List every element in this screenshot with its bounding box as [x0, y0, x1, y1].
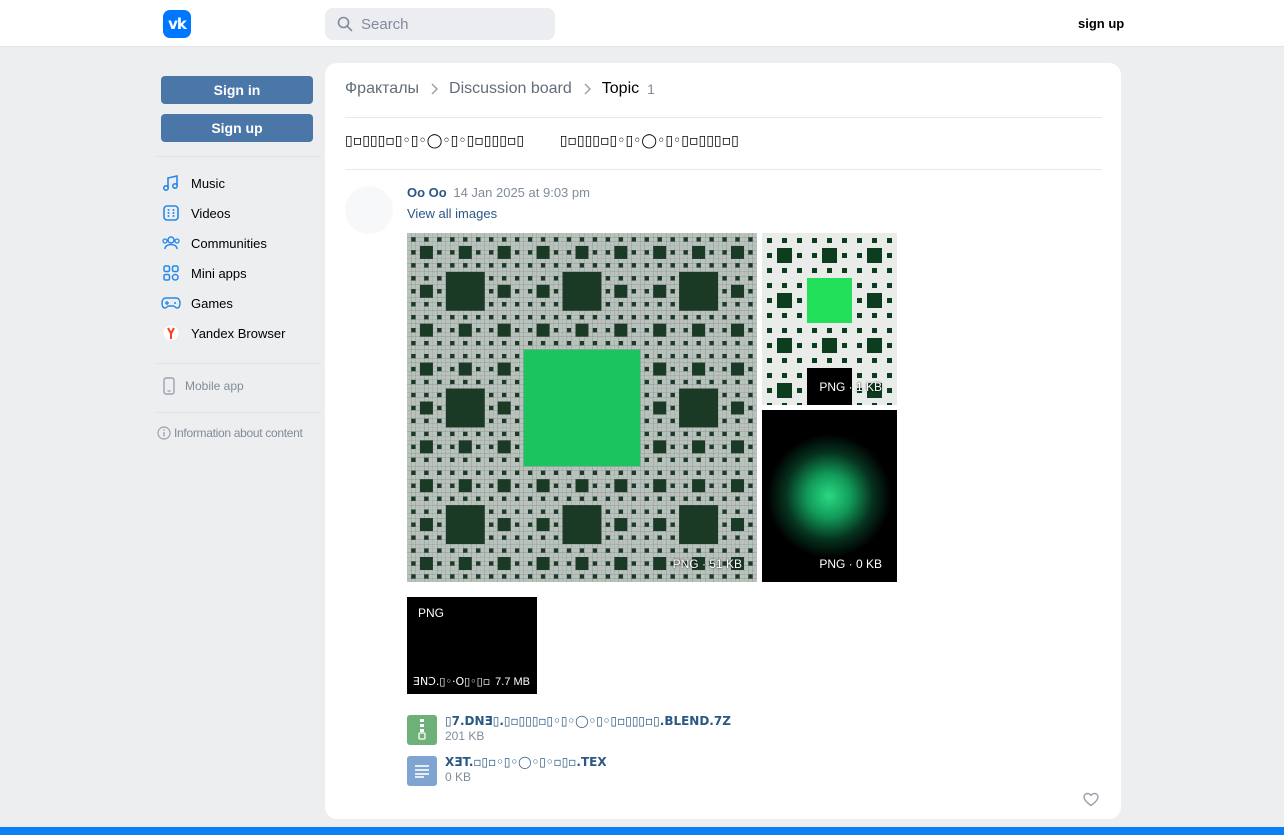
topic-panel: Фракталы Discussion board Topic 1 ▯▫▯▯▯▫… — [325, 63, 1121, 819]
sidebar-item-games[interactable]: Games — [157, 288, 321, 318]
post-count: 1 — [647, 81, 655, 97]
image-label: PNG · 1 KB — [819, 380, 882, 394]
breadcrumb: Фракталы Discussion board Topic 1 — [345, 80, 655, 98]
divider — [345, 169, 1102, 170]
file-size: 201 KB — [445, 729, 485, 743]
mini-apps-icon — [161, 263, 181, 283]
sidebar-divider — [157, 363, 321, 364]
doc-filename: ƎNƆ.▯◦·O▯◦▯▫▯... — [413, 675, 491, 688]
mobile-app-link[interactable]: Mobile app — [157, 373, 321, 399]
sidebar-item-label: Videos — [191, 205, 231, 221]
fractal-image — [407, 233, 757, 582]
vk-logo-icon[interactable]: vk — [163, 10, 191, 38]
attached-image[interactable]: PNG · 0 KB — [762, 410, 897, 582]
file-size: 0 KB — [445, 770, 472, 784]
sidebar-item-label: Mini apps — [191, 265, 247, 281]
file-name-link[interactable]: XƎT.▫▯▫◦▯◦◯◦▯◦▫▯▫.TEX — [445, 755, 607, 769]
divider — [345, 117, 1102, 118]
sidebar-divider — [157, 412, 321, 413]
breadcrumb-current: Topic — [601, 80, 640, 97]
sidebar-item-communities[interactable]: Communities — [157, 228, 321, 258]
sidebar-nav: Music Videos Communities Mini apps Games… — [157, 168, 321, 348]
sidebar-item-label: Music — [191, 175, 225, 191]
sidebar-item-videos[interactable]: Videos — [157, 198, 321, 228]
videos-icon — [161, 203, 181, 223]
mobile-app-label: Mobile app — [185, 379, 244, 393]
sidebar: Sign in Sign up Music Videos Communities… — [157, 63, 321, 440]
sidebar-item-label: Games — [191, 295, 233, 311]
communities-icon — [161, 233, 181, 253]
breadcrumb-board-link[interactable]: Discussion board — [449, 80, 572, 98]
mobile-phone-icon — [161, 377, 177, 395]
document-preview[interactable]: PNG ƎNƆ.▯◦·O▯◦▯▫▯... 7.7 MB — [407, 597, 537, 694]
like-button[interactable] — [1083, 792, 1099, 812]
search-box[interactable] — [325, 8, 555, 40]
topic-title: ▯▫▯▯▯▫▯◦▯◦◯◦▯◦▯▫▯▯▯▫▯ ▯▫▯▯▯▫▯◦▯◦◯◦▯◦▯▫▯▯… — [345, 133, 739, 149]
image-label: PNG · 51 KB — [672, 557, 742, 571]
sidebar-divider — [157, 156, 321, 157]
music-icon — [161, 173, 181, 193]
sidebar-item-mini-apps[interactable]: Mini apps — [157, 258, 321, 288]
avatar[interactable] — [345, 186, 393, 234]
sign-in-button[interactable]: Sign in — [161, 76, 313, 104]
sidebar-item-yandex-browser[interactable]: Yandex Browser — [157, 318, 321, 348]
file-name-link[interactable]: ▯7.DNƎ▯.▯▫▯▯▯▫▯◦▯◦◯◦▯◦▯▫▯▯▯▫▯.BLEND.7Z — [445, 714, 731, 728]
sidebar-item-label: Communities — [191, 235, 267, 251]
doc-size: 7.7 MB — [495, 676, 530, 688]
games-icon — [161, 293, 181, 313]
image-label: PNG · 0 KB — [819, 557, 882, 571]
text-file-icon — [407, 756, 437, 786]
search-icon — [337, 16, 353, 32]
search-input[interactable] — [359, 14, 543, 34]
sidebar-item-music[interactable]: Music — [157, 168, 321, 198]
info-label: Information about content — [174, 426, 303, 440]
heart-icon — [1083, 792, 1099, 807]
yandex-icon — [161, 323, 181, 343]
chevron-right-icon — [430, 83, 439, 95]
top-bar: vk sign up — [0, 0, 1284, 47]
author-name[interactable]: Oo Oo — [407, 185, 447, 200]
file-attachment[interactable]: XƎT.▫▯▫◦▯◦◯◦▯◦▫▯▫.TEX 0 KB — [407, 755, 607, 786]
sidebar-item-label: Yandex Browser — [191, 325, 286, 341]
archive-icon — [407, 715, 437, 745]
breadcrumb-group-link[interactable]: Фракталы — [345, 80, 419, 98]
post-date[interactable]: 14 Jan 2025 at 9:03 pm — [453, 185, 590, 200]
info-icon — [157, 426, 171, 440]
attached-image[interactable]: PNG · 1 KB — [762, 233, 897, 405]
chevron-right-icon — [583, 83, 591, 95]
sign-up-button[interactable]: Sign up — [161, 114, 313, 142]
header-signup-link[interactable]: sign up — [1078, 16, 1124, 31]
info-about-content-link[interactable]: Information about content — [157, 426, 321, 440]
view-all-images-link[interactable]: View all images — [407, 206, 497, 221]
bottom-bar — [0, 827, 1284, 835]
post-header: Oo Oo 14 Jan 2025 at 9:03 pm — [407, 185, 590, 200]
attached-image[interactable]: PNG · 51 KB — [407, 233, 757, 582]
file-attachment[interactable]: ▯7.DNƎ▯.▯▫▯▯▯▫▯◦▯◦◯◦▯◦▯▫▯▯▯▫▯.BLEND.7Z 2… — [407, 714, 731, 745]
doc-extension: PNG — [418, 606, 445, 620]
